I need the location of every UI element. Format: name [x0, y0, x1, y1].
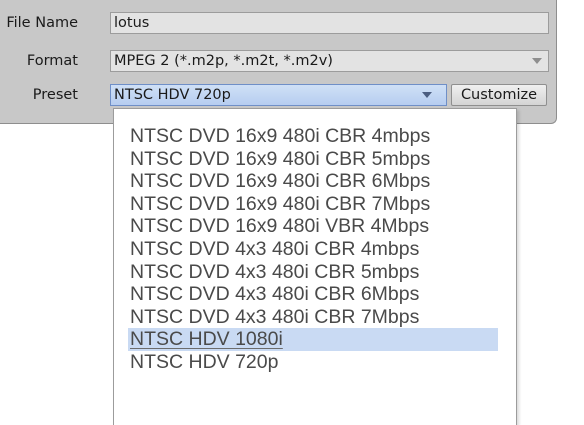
chevron-down-icon — [422, 92, 432, 98]
preset-option[interactable]: NTSC DVD 4x3 480i CBR 6Mbps — [128, 283, 516, 306]
preset-option[interactable]: NTSC DVD 16x9 480i VBR 4Mbps — [128, 215, 516, 238]
export-settings-panel: File Name lotus Format MPEG 2 (*.m2p, *.… — [0, 0, 557, 124]
preset-value: NTSC HDV 720p — [114, 87, 231, 103]
preset-option[interactable]: NTSC DVD 16x9 480i CBR 7Mbps — [128, 193, 516, 216]
preset-dropdown-list: NTSC DVD 16x9 480i CBR 4mbps NTSC DVD 16x… — [113, 108, 517, 425]
file-name-label: File Name — [6, 15, 78, 31]
format-value: MPEG 2 (*.m2p, *.m2t, *.m2v) — [114, 53, 333, 69]
preset-label: Preset — [32, 87, 78, 103]
preset-select[interactable]: NTSC HDV 720p — [110, 84, 447, 106]
file-name-input[interactable]: lotus — [110, 12, 549, 34]
customize-button[interactable]: Customize — [451, 84, 547, 106]
preset-option[interactable]: NTSC DVD 4x3 480i CBR 7Mbps — [128, 306, 516, 329]
preset-option[interactable]: NTSC DVD 16x9 480i CBR 6Mbps — [128, 170, 516, 193]
preset-option[interactable]: NTSC HDV 1080i — [128, 328, 498, 351]
preset-option[interactable]: NTSC HDV 720p — [128, 351, 516, 374]
preset-option[interactable]: NTSC DVD 4x3 480i CBR 5mbps — [128, 261, 516, 284]
chevron-down-icon — [532, 58, 542, 64]
preset-option[interactable]: NTSC DVD 4x3 480i CBR 4mbps — [128, 238, 516, 261]
preset-option[interactable]: NTSC DVD 16x9 480i CBR 5mbps — [128, 148, 516, 171]
preset-options: NTSC DVD 16x9 480i CBR 4mbps NTSC DVD 16x… — [128, 125, 516, 374]
format-label: Format — [26, 53, 78, 69]
preset-option[interactable]: NTSC DVD 16x9 480i CBR 4mbps — [128, 125, 516, 148]
format-select[interactable]: MPEG 2 (*.m2p, *.m2t, *.m2v) — [110, 50, 549, 72]
